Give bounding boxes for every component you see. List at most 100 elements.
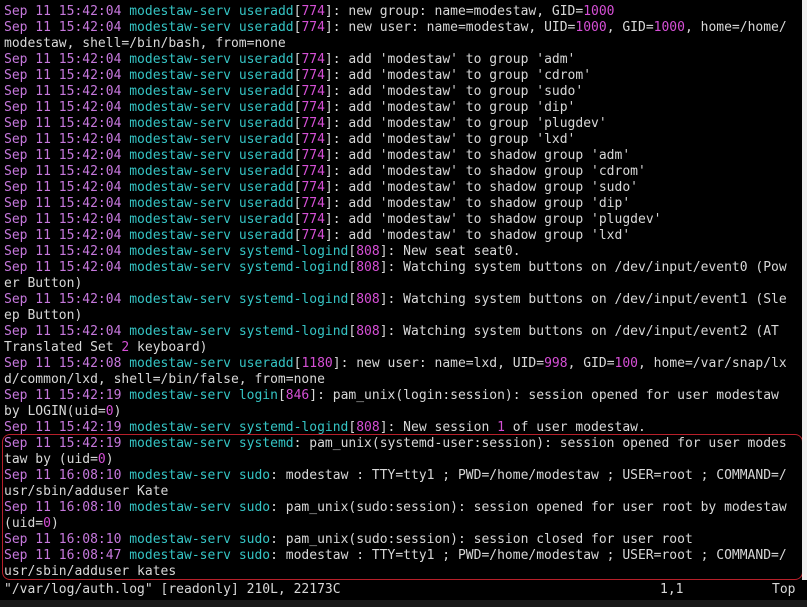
scrollbar[interactable] [802,0,807,585]
terminal-window[interactable]: Sep 11 15:42:04 modestaw-serv useradd [77… [0,0,807,607]
log-line: Sep 11 16:08:10 modestaw-serv sudo: pam_… [4,500,804,516]
log-timestamp: Sep 11 15:42:04 [4,228,122,243]
log-timestamp: Sep 11 16:08:10 [4,468,122,483]
log-message [231,548,239,563]
log-process: systemd-logind [238,244,349,259]
log-message: , GID= [567,356,615,371]
log-timestamp: Sep 11 16:08:10 [4,532,122,547]
log-message [231,324,239,339]
log-line: ep Button) [4,308,804,324]
log-timestamp: Sep 11 15:42:08 [4,356,122,371]
log-pid: 808 [356,244,380,259]
log-number: 100 [614,356,639,371]
log-line: Sep 11 15:42:04 modestaw-serv useradd[77… [4,132,804,148]
log-message [231,20,239,35]
log-hostname: modestaw-serv [129,436,231,451]
log-continuation: ) [50,516,59,531]
log-line: Sep 11 15:42:19 modestaw-serv systemd: p… [4,436,804,452]
log-number: 1000 [583,4,615,19]
log-process: sudo [238,532,271,547]
log-hostname: modestaw-serv [129,196,231,211]
log-process: useradd [238,4,294,19]
log-message [231,532,239,547]
log-timestamp: Sep 11 15:42:04 [4,244,122,259]
log-timestamp: Sep 11 15:42:04 [4,100,122,115]
log-pid: 774 [301,148,325,163]
log-message: ]: new user: name=modestaw, UID= [324,20,576,35]
log-line: Sep 11 15:42:04 modestaw-serv useradd[77… [4,116,804,132]
log-continuation: ) [105,452,114,467]
log-message: ]: pam_unix(login:session): session open… [309,388,779,403]
log-message: ]: Watching system buttons on /dev/input… [379,324,779,339]
log-message: ]: new user: name=lxd, UID= [332,356,545,371]
log-line: d/common/lxd, shell=/bin/false, from=non… [4,372,804,388]
status-cursor-position: 1,1 [660,582,684,597]
log-timestamp: Sep 11 15:42:04 [4,212,122,227]
log-message: ]: add 'modestaw' to group 'dip' [324,100,576,115]
log-process: useradd [238,356,294,371]
log-process: useradd [238,20,294,35]
log-continuation: ) [113,404,122,419]
log-pid: 774 [301,180,325,195]
log-message: ]: add 'modestaw' to shadow group 'sudo' [324,180,638,195]
log-message [231,132,239,147]
log-hostname: modestaw-serv [129,164,231,179]
status-scroll-indicator: Top [772,582,796,597]
log-message: ]: add 'modestaw' to shadow group 'plugd… [324,212,662,227]
log-message [231,84,239,99]
log-process: useradd [238,164,294,179]
log-message: ]: add 'modestaw' to shadow group 'lxd' [324,228,631,243]
log-pid: 774 [301,68,325,83]
log-hostname: modestaw-serv [129,292,231,307]
log-process: sudo [238,500,271,515]
log-timestamp: Sep 11 16:08:47 [4,548,122,563]
log-timestamp: Sep 11 15:42:04 [4,116,122,131]
log-line: Sep 11 16:08:10 modestaw-serv sudo: mode… [4,468,804,484]
log-pid: 774 [301,132,325,147]
log-line: Sep 11 15:42:04 modestaw-serv systemd-lo… [4,244,804,260]
log-line: Sep 11 15:42:04 modestaw-serv systemd-lo… [4,292,804,308]
log-line: usr/sbin/adduser Kate [4,484,804,500]
log-message: ]: add 'modestaw' to group 'lxd' [324,132,576,147]
log-content[interactable]: Sep 11 15:42:04 modestaw-serv useradd [77… [4,4,804,580]
log-pid: 808 [356,260,380,275]
log-process: useradd [238,148,294,163]
log-pid: 774 [301,84,325,99]
log-process: sudo [238,468,271,483]
log-message [231,260,239,275]
log-message: : pam_unix(sudo:session): session closed… [270,532,693,547]
log-line: Sep 11 15:42:04 modestaw-serv useradd[77… [4,196,804,212]
log-message: ]: New session [379,420,498,435]
log-process: useradd [238,68,294,83]
log-message: ]: add 'modestaw' to shadow group 'dip' [324,196,631,211]
log-message [231,356,239,371]
log-message [231,148,239,163]
log-timestamp: Sep 11 15:42:04 [4,324,122,339]
log-line: Sep 11 15:42:04 modestaw-serv useradd[77… [4,228,804,244]
log-line: Sep 11 15:42:04 modestaw-serv systemd-lo… [4,260,804,276]
log-pid: 774 [301,20,325,35]
log-number: 998 [544,356,568,371]
log-message: ]: add 'modestaw' to shadow group 'adm' [324,148,631,163]
log-timestamp: Sep 11 15:42:19 [4,388,122,403]
log-timestamp: Sep 11 15:42:04 [4,84,122,99]
log-number: 0 [97,452,106,467]
log-message: ]: add 'modestaw' to group 'cdrom' [324,68,592,83]
log-message [231,68,239,83]
log-message: : modestaw : TTY=tty1 ; PWD=/home/modest… [270,548,787,563]
log-line: Sep 11 15:42:04 modestaw-serv useradd[77… [4,212,804,228]
log-pid: 774 [301,116,325,131]
log-hostname: modestaw-serv [129,132,231,147]
log-line: Sep 11 15:42:04 modestaw-serv useradd[77… [4,84,804,100]
log-message: ]: add 'modestaw' to shadow group 'cdrom… [324,164,646,179]
log-message [231,244,239,259]
log-message: ]: new group: name=modestaw, GID= [324,4,584,19]
log-line: Translated Set 2 keyboard) [4,340,804,356]
log-line: taw by (uid=0) [4,452,804,468]
log-process: useradd [238,132,294,147]
log-number: 1000 [575,20,607,35]
log-timestamp: Sep 11 15:42:04 [4,20,122,35]
log-continuation: usr/sbin/adduser Kate [4,484,169,499]
log-line: (uid=0) [4,516,804,532]
log-message [231,500,239,515]
